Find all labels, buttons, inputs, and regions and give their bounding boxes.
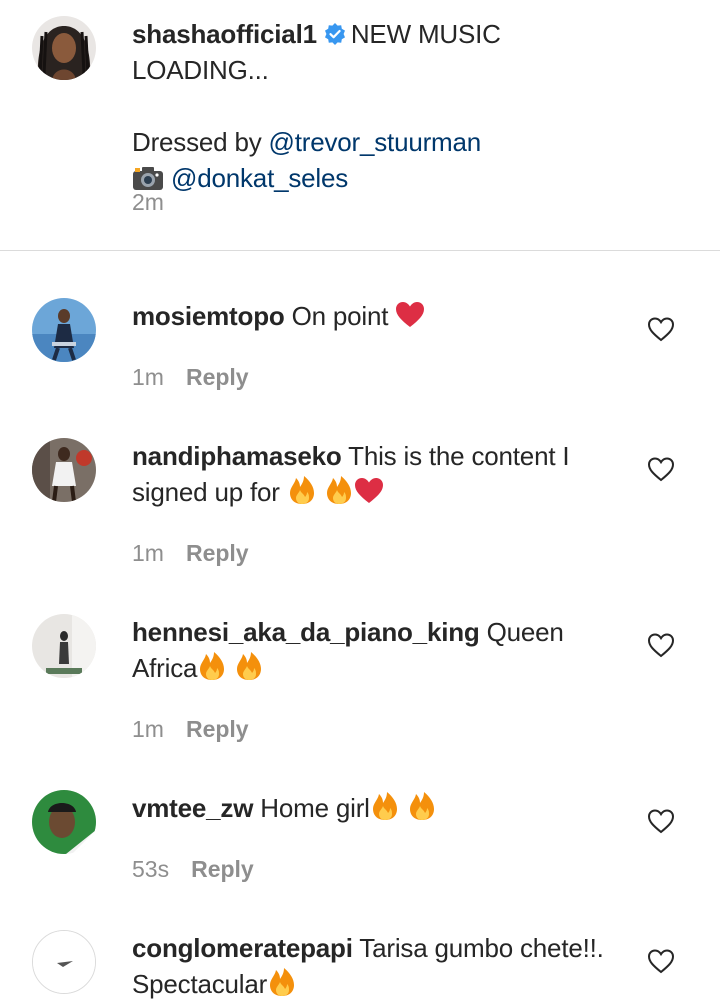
comment-time: 53s bbox=[132, 856, 170, 882]
verified-badge-icon bbox=[323, 19, 347, 45]
comment-time: 1m bbox=[132, 540, 164, 566]
photo-credit-line: @donkat_seles bbox=[132, 160, 624, 196]
donkat-seles-mention[interactable]: @donkat_seles bbox=[171, 163, 348, 193]
like-heart-icon[interactable] bbox=[647, 948, 675, 974]
red-heart-emoji-icon bbox=[354, 477, 384, 505]
camera-icon bbox=[132, 165, 164, 191]
comment-text: On point bbox=[291, 301, 389, 331]
comment-username[interactable]: vmtee_zw bbox=[132, 793, 253, 823]
caption-username[interactable]: shashaofficial1 bbox=[132, 19, 317, 49]
commenter-avatar[interactable] bbox=[32, 298, 96, 362]
fire-emoji-icon bbox=[287, 475, 317, 505]
fire-emoji-icon bbox=[407, 791, 437, 821]
reply-button[interactable]: Reply bbox=[186, 540, 249, 566]
post-caption: shashaofficial1 NEW MUSIC LOADING... Dres… bbox=[0, 0, 720, 251]
comment-username[interactable]: hennesi_aka_da_piano_king bbox=[132, 617, 480, 647]
red-heart-emoji-icon bbox=[395, 301, 425, 329]
commenter-avatar[interactable] bbox=[32, 790, 96, 854]
like-heart-icon[interactable] bbox=[647, 632, 675, 658]
trevor-stuurman-mention[interactable]: @trevor_stuurman bbox=[269, 127, 482, 157]
comment-text: Home girl bbox=[260, 793, 370, 823]
reply-button[interactable]: Reply bbox=[191, 856, 254, 882]
comment-username[interactable]: conglomeratepapi bbox=[132, 933, 353, 963]
commenter-avatar[interactable] bbox=[32, 930, 96, 994]
caption-time: 2m bbox=[132, 189, 164, 215]
fire-emoji-icon bbox=[197, 651, 227, 681]
like-heart-icon[interactable] bbox=[647, 808, 675, 834]
commenter-avatar[interactable] bbox=[32, 614, 96, 678]
comments-screen: shashaofficial1 NEW MUSIC LOADING... Dres… bbox=[0, 0, 720, 1001]
commenter-avatar[interactable] bbox=[32, 438, 96, 502]
comment-time: 1m bbox=[132, 716, 164, 742]
comment-username[interactable]: nandiphamaseko bbox=[132, 441, 342, 471]
comment-time: 1m bbox=[132, 364, 164, 390]
dressed-by-line: Dressed by @trevor_stuurman bbox=[132, 127, 482, 157]
poster-avatar[interactable] bbox=[32, 16, 96, 80]
caption-text: shashaofficial1 NEW MUSIC LOADING... Dres… bbox=[132, 16, 624, 196]
fire-emoji-icon bbox=[267, 967, 297, 997]
comment-username[interactable]: mosiemtopo bbox=[132, 301, 285, 331]
reply-button[interactable]: Reply bbox=[186, 364, 249, 390]
fire-emoji-icon bbox=[234, 651, 264, 681]
like-heart-icon[interactable] bbox=[647, 316, 675, 342]
fire-emoji-icon bbox=[370, 791, 400, 821]
like-heart-icon[interactable] bbox=[647, 456, 675, 482]
fire-emoji-icon bbox=[324, 475, 354, 505]
reply-button[interactable]: Reply bbox=[186, 716, 249, 742]
